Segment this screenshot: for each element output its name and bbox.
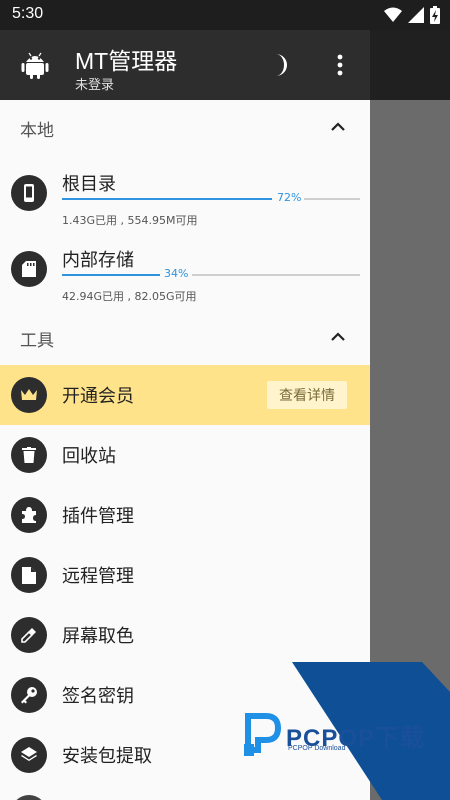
tool-label: 屏幕取色 <box>62 626 134 647</box>
puzzle-icon <box>11 497 47 533</box>
tool-label: 远程管理 <box>62 566 134 587</box>
eyedropper-icon <box>11 617 47 653</box>
vip-details-button[interactable]: 查看详情 <box>267 381 347 409</box>
storage-internal-name: 内部存储 <box>62 250 134 271</box>
more-vert-icon[interactable] <box>330 52 350 78</box>
storage-internal-bar-rest <box>192 274 360 276</box>
section-tools-title: 工具 <box>20 331 54 351</box>
scrim-top <box>370 30 450 100</box>
layers-icon <box>11 737 47 773</box>
watermark-subtext: PCPOP Download <box>288 745 346 752</box>
android-icon <box>21 52 49 79</box>
storage-root-percent: 72% <box>277 191 302 204</box>
next-item-icon <box>11 795 47 800</box>
sd-card-icon <box>11 251 47 287</box>
section-local-title: 本地 <box>20 121 54 141</box>
login-status[interactable]: 未登录 <box>75 74 114 93</box>
app-title: MT管理器 <box>75 48 178 74</box>
vip-label: 开通会员 <box>62 386 134 407</box>
storage-root-bar-rest <box>304 198 360 200</box>
chevron-up-icon[interactable] <box>330 119 346 135</box>
section-local-header[interactable]: 本地 <box>0 102 370 152</box>
section-tools-header[interactable]: 工具 <box>0 312 370 362</box>
tool-item-recycle-bin[interactable]: 回收站 <box>0 425 370 485</box>
vip-item[interactable]: 开通会员 查看详情 <box>0 365 370 425</box>
storage-root[interactable]: 根目录 72% 1.43G已用 , 554.95M可用 <box>0 162 370 238</box>
chevron-up-icon[interactable] <box>330 329 346 345</box>
storage-root-detail: 1.43G已用 , 554.95M可用 <box>62 214 198 227</box>
drawer-header: MT管理器 未登录 <box>0 30 370 100</box>
file-icon <box>11 557 47 593</box>
wifi-icon <box>384 7 402 22</box>
crown-icon <box>11 377 47 413</box>
tool-item-remote[interactable]: 远程管理 <box>0 545 370 605</box>
trash-icon <box>11 437 47 473</box>
storage-internal-detail: 42.94G已用 , 82.05G可用 <box>62 290 197 303</box>
battery-icon <box>430 6 440 24</box>
signal-icon <box>408 7 424 23</box>
status-bar: 5:30 <box>0 0 450 30</box>
status-time: 5:30 <box>12 5 44 22</box>
phone-icon <box>11 175 47 211</box>
storage-internal-percent: 34% <box>164 267 189 280</box>
storage-internal-bar <box>62 274 160 276</box>
status-icons <box>384 6 440 24</box>
moon-icon[interactable] <box>266 52 292 78</box>
tool-label: 回收站 <box>62 446 116 467</box>
tool-item-plugins[interactable]: 插件管理 <box>0 485 370 545</box>
storage-internal[interactable]: 内部存储 34% 42.94G已用 , 82.05G可用 <box>0 238 370 314</box>
key-icon <box>11 677 47 713</box>
storage-root-bar <box>62 198 272 200</box>
storage-root-bar-fill <box>62 198 272 200</box>
tool-item-color-picker[interactable]: 屏幕取色 <box>0 605 370 665</box>
tool-label: 签名密钥 <box>62 686 134 707</box>
watermark-logo-icon <box>244 713 282 756</box>
storage-root-name: 根目录 <box>62 174 116 195</box>
tool-label: 安装包提取 <box>62 746 152 767</box>
storage-internal-bar-fill <box>62 274 160 276</box>
tool-label: 插件管理 <box>62 506 134 527</box>
